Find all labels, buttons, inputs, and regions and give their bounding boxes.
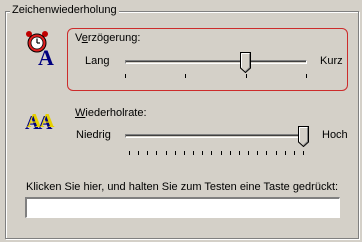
delay-slider-tick <box>246 74 247 78</box>
delay-slider-track[interactable] <box>125 60 307 64</box>
repeat-rate-slider-tick <box>156 151 157 155</box>
delay-label: Verzögerung: <box>75 32 141 44</box>
delay-max-label: Kurz <box>320 55 343 67</box>
delay-slider-tick <box>306 74 307 78</box>
delay-slider-thumb[interactable] <box>240 52 251 73</box>
repeat-rate-slider-tick <box>166 151 167 155</box>
repeat-rate-slider-thumb[interactable] <box>298 126 309 147</box>
repeat-rate-slider-tick <box>257 151 258 155</box>
repeat-rate-slider-tick <box>175 151 176 155</box>
repeat-rate-max-label: Hoch <box>322 129 348 141</box>
repeat-rate-slider-ticks <box>129 151 304 155</box>
test-field-label: Klicken Sie hier, und halten Sie zum Tes… <box>26 181 339 193</box>
svg-text:A: A <box>40 110 55 132</box>
repeat-rate-slider-tick <box>211 151 212 155</box>
repeat-rate-slider-tick <box>276 151 277 155</box>
svg-text:A: A <box>38 45 54 66</box>
delay-slider-tick <box>185 74 186 78</box>
delay-slider-tick <box>125 74 126 78</box>
delay-slider-ticks <box>125 74 307 78</box>
repeat-rate-slider-tick <box>266 151 267 155</box>
repeat-rate-label: Wiederholrate: <box>75 107 147 119</box>
repeat-rate-slider-tick <box>303 151 304 155</box>
clock-letter-a-icon: A <box>26 31 54 66</box>
delay-min-label: Lang <box>85 55 110 67</box>
repeat-rate-slider-track[interactable] <box>125 134 309 138</box>
repeat-rate-slider-tick <box>193 151 194 155</box>
repeat-rate-min-label: Niedrig <box>76 129 111 141</box>
repeat-rate-slider-tick <box>230 151 231 155</box>
repeat-rate-slider-tick <box>285 151 286 155</box>
repeat-rate-slider-tick <box>129 151 130 155</box>
repeat-rate-slider-tick <box>294 151 295 155</box>
repeat-rate-slider-tick <box>138 151 139 155</box>
repeat-rate-slider-tick <box>147 151 148 155</box>
group-title: Zeichenwiederholung <box>10 4 119 17</box>
repeat-rate-slider-tick <box>248 151 249 155</box>
repeat-rate-slider-tick <box>221 151 222 155</box>
repeat-rate-slider-tick <box>239 151 240 155</box>
letters-aa-icon: A A A A <box>25 110 55 132</box>
repeat-rate-slider-tick <box>184 151 185 155</box>
test-input[interactable] <box>25 197 340 218</box>
repeat-rate-slider-tick <box>202 151 203 155</box>
